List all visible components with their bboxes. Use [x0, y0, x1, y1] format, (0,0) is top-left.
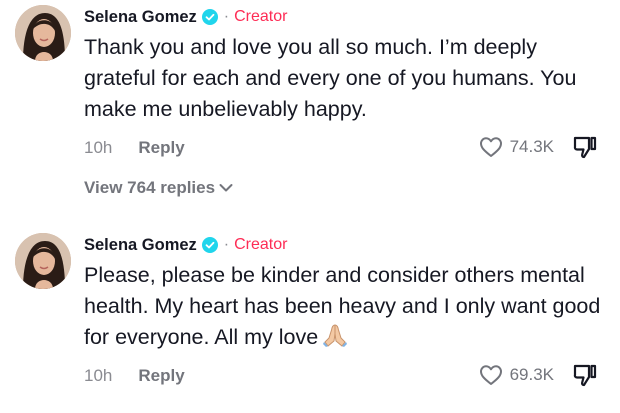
comment-text: Please, please be kinder and consider ot…: [84, 260, 604, 353]
view-replies-button[interactable]: View 764 replies: [84, 178, 233, 198]
comment-text: Thank you and love you all so much. I’m …: [84, 35, 577, 121]
creator-badge: Creator: [234, 236, 288, 253]
avatar[interactable]: [15, 233, 71, 289]
like-button[interactable]: 74.3K: [479, 134, 554, 160]
reply-button[interactable]: Reply: [138, 366, 184, 386]
comment-time: 10h: [84, 138, 113, 157]
heart-outline-icon: [479, 137, 502, 157]
like-button[interactable]: 69.3K: [479, 362, 554, 388]
comment-time: 10h: [84, 366, 113, 385]
comment-header: Selena Gomez · Creator: [84, 234, 287, 256]
chevron-down-icon: [219, 184, 233, 192]
view-replies-label: View 764 replies: [84, 178, 216, 197]
reply-button[interactable]: Reply: [138, 138, 184, 158]
verified-badge-icon: [201, 237, 218, 253]
avatar[interactable]: [15, 5, 71, 61]
verified-badge-icon: [201, 9, 218, 25]
comment-header: Selena Gomez · Creator: [84, 6, 287, 28]
like-count: 74.3K: [509, 137, 554, 156]
separator-dot: ·: [223, 8, 230, 25]
separator-dot: ·: [223, 236, 230, 253]
creator-badge: Creator: [234, 8, 288, 25]
heart-outline-icon: [479, 365, 502, 385]
author-name[interactable]: Selena Gomez: [84, 236, 197, 255]
like-count: 69.3K: [509, 365, 554, 384]
folded-hands-emoji: [323, 324, 348, 347]
comment-meta: 10h Reply: [84, 364, 185, 388]
thumbs-down-icon[interactable]: [572, 362, 598, 388]
comment-meta: 10h Reply: [84, 136, 185, 160]
thumbs-down-icon[interactable]: [572, 134, 598, 160]
author-name[interactable]: Selena Gomez: [84, 8, 197, 27]
